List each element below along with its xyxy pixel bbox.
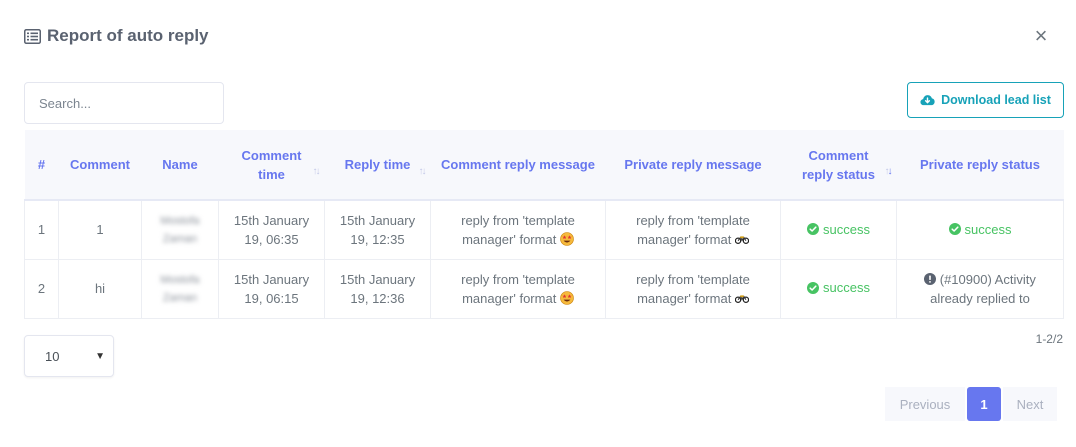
cell-reply-time: 15th January 19, 12:35 bbox=[324, 199, 431, 260]
chevron-down-icon: ▼ bbox=[95, 350, 105, 362]
status-badge: success bbox=[948, 220, 1011, 239]
header-index: # bbox=[24, 130, 59, 201]
cell-private-reply-message: reply from 'template manager' format bbox=[605, 199, 781, 260]
status-badge: success bbox=[807, 220, 870, 239]
list-icon bbox=[24, 28, 41, 44]
motorcycle-emoji-icon bbox=[734, 294, 749, 303]
cell-index: 2 bbox=[24, 258, 59, 319]
star-struck-emoji-icon bbox=[560, 231, 574, 246]
sort-icon: ↑↓ bbox=[418, 166, 427, 177]
download-lead-list-button[interactable]: Download lead list bbox=[907, 82, 1064, 118]
close-icon[interactable]: × bbox=[1030, 25, 1052, 47]
motorcycle-emoji-icon bbox=[734, 236, 749, 244]
cell-private-reply-status: success bbox=[896, 199, 1064, 260]
cell-name: Mostofa Zaman bbox=[141, 199, 219, 260]
star-struck-emoji-icon bbox=[560, 290, 574, 305]
header-name[interactable]: Name bbox=[141, 130, 219, 201]
check-circle-icon bbox=[807, 281, 820, 294]
table-row: 1 1 Mostofa Zaman 15th January 19, 06:35… bbox=[24, 199, 1064, 260]
download-button-label: Download lead list bbox=[941, 93, 1051, 107]
header-comment-reply-status[interactable]: Comment reply status ↑↓ bbox=[780, 130, 897, 201]
cell-comment-reply-message: reply from 'template manager' format bbox=[430, 258, 606, 319]
search-input[interactable] bbox=[24, 82, 224, 124]
header-comment-time[interactable]: Comment time ↑↓ bbox=[218, 130, 325, 201]
header-reply-time[interactable]: Reply time ↑↓ bbox=[324, 130, 431, 201]
auto-reply-report-modal: Report of auto reply × Download lead lis… bbox=[0, 0, 1076, 447]
cell-index: 1 bbox=[24, 199, 59, 260]
header-comment[interactable]: Comment bbox=[58, 130, 142, 201]
cell-comment-reply-status: success bbox=[780, 258, 897, 319]
cell-comment: hi bbox=[58, 258, 142, 319]
previous-page-button[interactable]: Previous bbox=[885, 387, 965, 421]
cell-comment: 1 bbox=[58, 199, 142, 260]
cell-reply-time: 15th January 19, 12:36 bbox=[324, 258, 431, 319]
page-size-select[interactable]: 10 ▼ bbox=[24, 335, 114, 377]
check-circle-icon bbox=[807, 223, 820, 235]
report-table: # Comment Name Comment time ↑↓ Reply tim… bbox=[24, 130, 1064, 319]
report-table-wrapper: # Comment Name Comment time ↑↓ Reply tim… bbox=[24, 130, 1064, 319]
blurred-name: Mostofa Zaman bbox=[160, 214, 200, 245]
pagination: Previous 1 Next bbox=[885, 387, 1057, 421]
exclamation-circle-icon bbox=[924, 272, 937, 285]
table-header-row: # Comment Name Comment time ↑↓ Reply tim… bbox=[24, 130, 1064, 201]
next-page-button[interactable]: Next bbox=[1003, 387, 1057, 421]
header-private-reply-status[interactable]: Private reply status bbox=[896, 130, 1064, 201]
sort-icon: ↑↓ bbox=[884, 166, 893, 177]
status-badge: success bbox=[807, 278, 870, 297]
check-circle-icon bbox=[948, 223, 961, 235]
table-row: 2 hi Mostofa Zaman 15th January 19, 06:1… bbox=[24, 258, 1064, 319]
cell-comment-time: 15th January 19, 06:35 bbox=[218, 199, 325, 260]
blurred-name: Mostofa Zaman bbox=[160, 273, 200, 304]
page-1-button[interactable]: 1 bbox=[967, 387, 1001, 421]
cell-private-reply-message: reply from 'template manager' format bbox=[605, 258, 781, 319]
cell-comment-reply-status: success bbox=[780, 199, 897, 260]
page-size-value: 10 bbox=[45, 348, 60, 364]
cell-name: Mostofa Zaman bbox=[141, 258, 219, 319]
modal-title-text: Report of auto reply bbox=[47, 26, 209, 45]
sort-icon: ↑↓ bbox=[312, 166, 321, 177]
cell-comment-time: 15th January 19, 06:15 bbox=[218, 258, 325, 319]
cloud-download-icon bbox=[920, 95, 935, 106]
modal-title: Report of auto reply bbox=[24, 26, 209, 46]
cell-comment-reply-message: reply from 'template manager' format bbox=[430, 199, 606, 260]
cell-private-reply-status: (#10900) Activity already replied to bbox=[896, 258, 1064, 319]
modal-header: Report of auto reply × bbox=[24, 25, 1056, 52]
range-info: 1-2/2 bbox=[1035, 332, 1063, 346]
header-comment-reply-message[interactable]: Comment reply message bbox=[430, 130, 606, 201]
header-private-reply-message[interactable]: Private reply message bbox=[605, 130, 781, 201]
